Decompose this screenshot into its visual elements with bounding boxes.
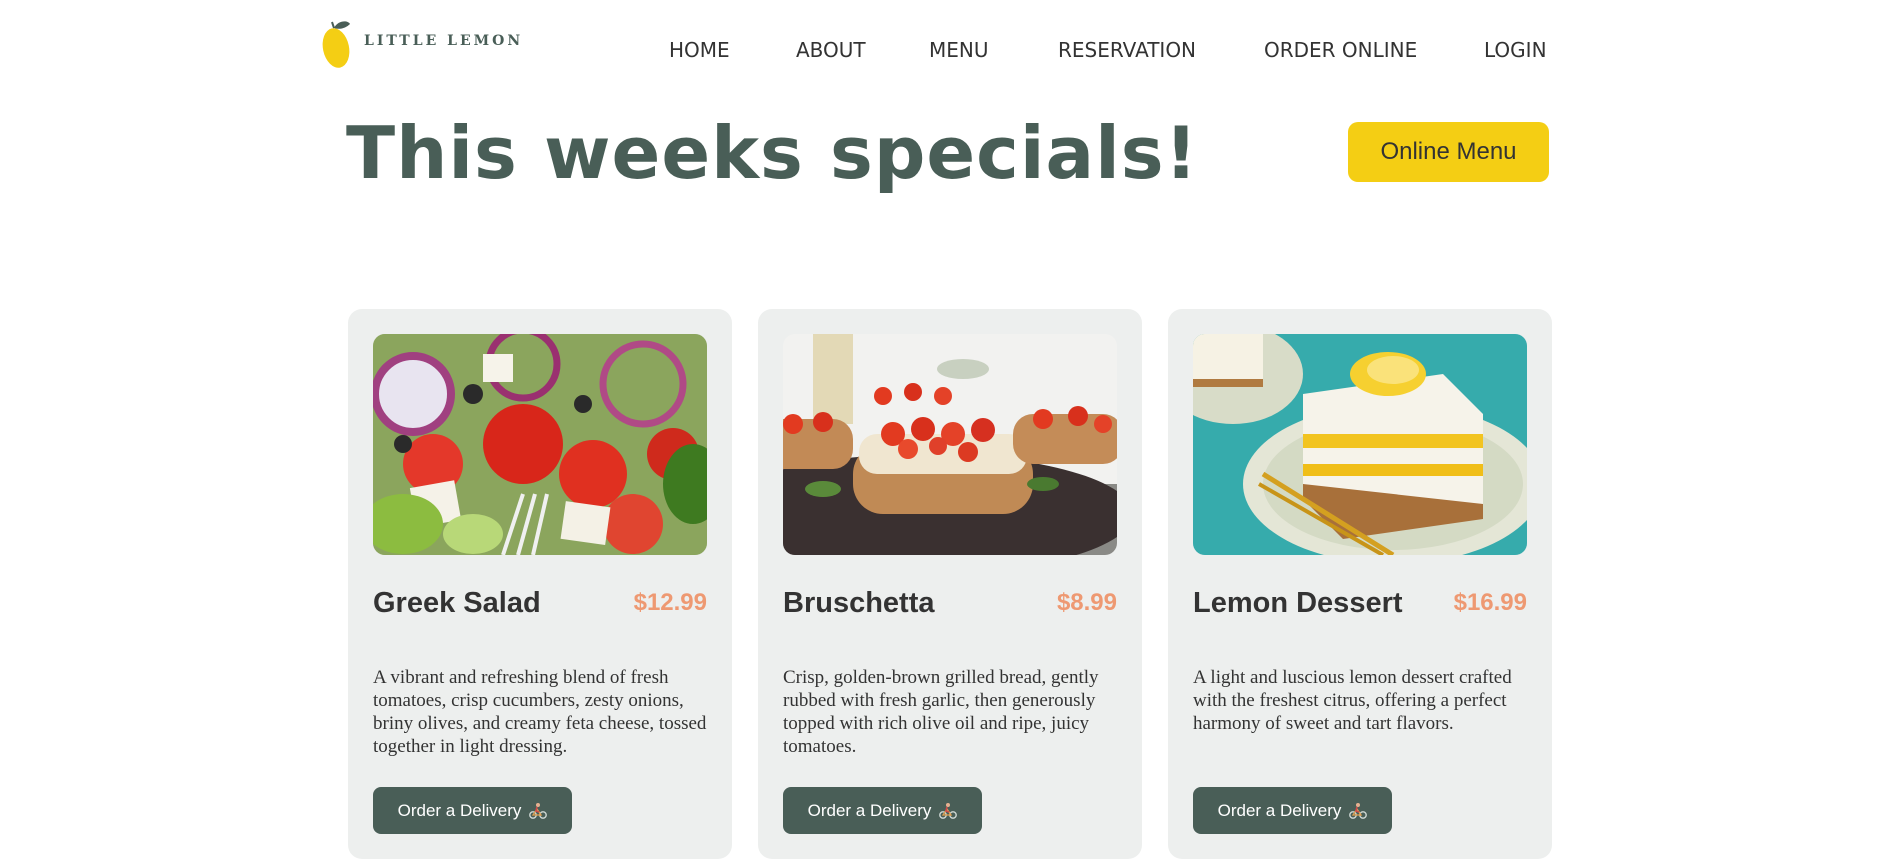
card-title: Bruschetta [783, 587, 935, 619]
greek-salad-image [373, 334, 707, 555]
specials-title: This weeks specials! [346, 111, 1199, 195]
nav-item-menu[interactable]: MENU [929, 36, 989, 64]
order-delivery-label: Order a Delivery [1217, 800, 1342, 820]
lemon-dessert-image [1193, 334, 1527, 555]
card-description: A light and luscious lemon dessert craft… [1193, 667, 1512, 734]
card-title: Greek Salad [373, 587, 541, 619]
nav-item-reservation[interactable]: RESERVATION [1058, 36, 1196, 64]
nav-item-login[interactable]: LOGIN [1484, 36, 1547, 64]
card-price: $8.99 [1056, 589, 1117, 616]
card-description: A vibrant and refreshing blend of fresh … [373, 667, 707, 757]
card-description: Crisp, golden-brown grilled bread, gentl… [783, 667, 1099, 757]
card-title: Lemon Dessert [1193, 587, 1403, 619]
order-delivery-button[interactable]: Order a Delivery [1193, 787, 1392, 834]
special-card-lemon-dessert: Lemon Dessert $16.99 A light and lusciou… [1168, 309, 1552, 859]
nav-item-home[interactable]: HOME [669, 36, 730, 64]
nav-item-about[interactable]: ABOUT [796, 36, 866, 64]
bruschetta-image [783, 334, 1117, 555]
main-nav: HOME ABOUT MENU RESERVATION ORDER ONLINE… [0, 36, 1890, 66]
order-delivery-button[interactable]: Order a Delivery [373, 787, 572, 834]
order-delivery-button[interactable]: Order a Delivery [783, 787, 982, 834]
order-delivery-label: Order a Delivery [807, 800, 932, 820]
online-menu-button[interactable]: Online Menu [1348, 122, 1549, 182]
delivery-bike-icon [939, 802, 958, 819]
card-price: $16.99 [1453, 589, 1527, 616]
card-price: $12.99 [633, 589, 707, 616]
delivery-bike-icon [529, 802, 548, 819]
order-delivery-label: Order a Delivery [397, 800, 522, 820]
site-header: LITTLE LEMON HOME ABOUT MENU RESERVATION… [0, 0, 1890, 100]
special-card-greek-salad: Greek Salad $12.99 A vibrant and refresh… [348, 309, 732, 859]
special-card-bruschetta: Bruschetta $8.99 Crisp, golden-brown gri… [758, 309, 1142, 859]
nav-item-order-online[interactable]: ORDER ONLINE [1264, 36, 1417, 64]
delivery-bike-icon [1349, 802, 1368, 819]
page: LITTLE LEMON HOME ABOUT MENU RESERVATION… [0, 0, 1890, 863]
